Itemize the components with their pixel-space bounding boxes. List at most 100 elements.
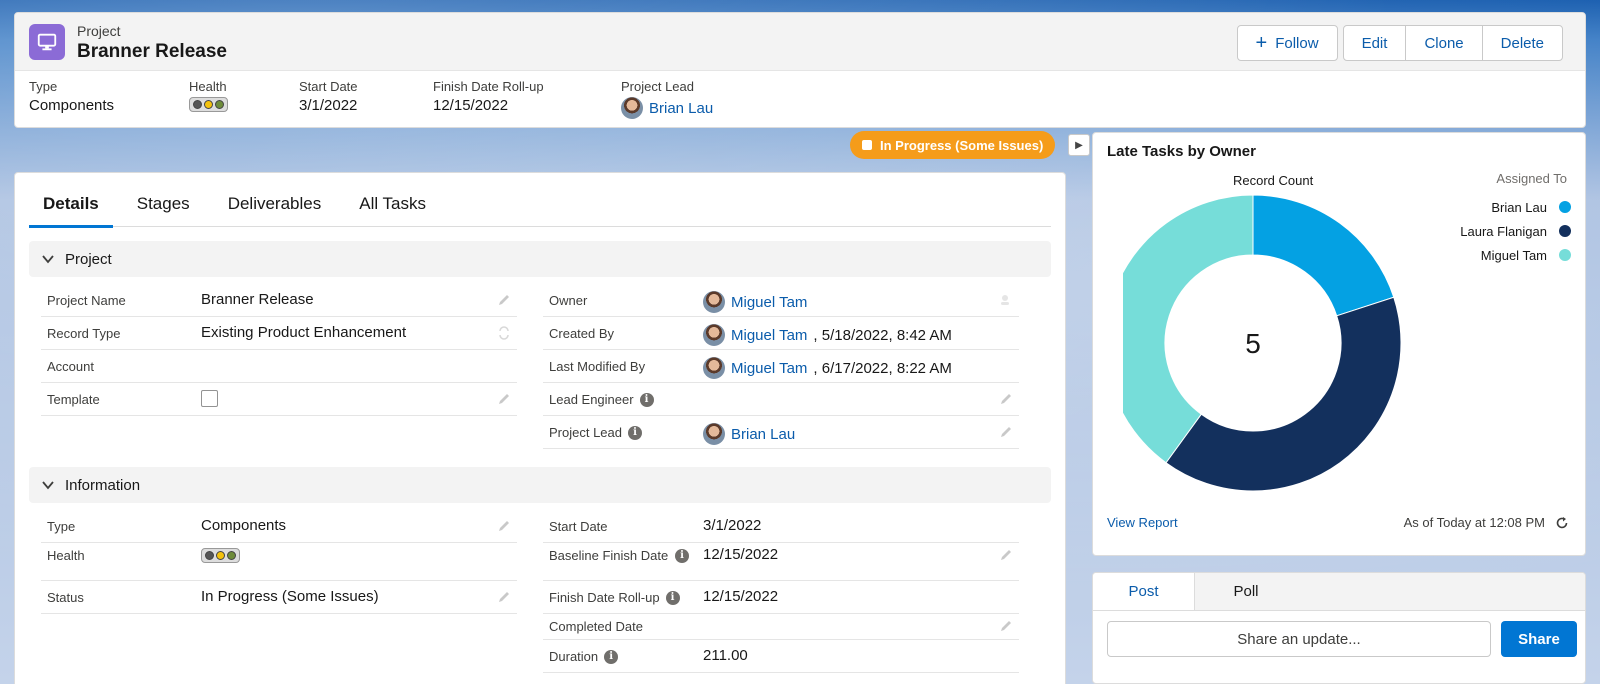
legend-item[interactable]: Brian Lau: [1460, 195, 1571, 219]
field-info-start-date: Start Date 3/1/2022: [543, 510, 1019, 543]
publisher-tab-filler: [1297, 573, 1585, 610]
created-by-link[interactable]: Miguel Tam: [731, 327, 807, 344]
change-owner-icon[interactable]: [999, 293, 1013, 307]
status-square-icon: [862, 140, 872, 150]
legend-dot: [1559, 201, 1571, 213]
avatar: [703, 291, 725, 313]
donut-center-total: 5: [1245, 328, 1261, 359]
view-report-link[interactable]: View Report: [1107, 515, 1178, 530]
field-owner: Owner Miguel Tam: [543, 284, 1019, 317]
project-lead-link[interactable]: Brian Lau: [649, 100, 713, 117]
donut-slice-laura-flanigan[interactable]: [1165, 296, 1402, 492]
object-label: Project: [77, 23, 121, 39]
chevron-down-icon: [42, 255, 54, 264]
project-monitor-icon: [29, 24, 65, 60]
highlights-panel: Type Components Health Start Date 3/1/20…: [15, 79, 1585, 127]
field-created-by: Created By Miguel Tam, 5/18/2022, 8:42 A…: [543, 317, 1019, 350]
clone-button[interactable]: Clone: [1405, 25, 1483, 61]
info-icon[interactable]: i: [675, 548, 689, 563]
pencil-icon[interactable]: [497, 519, 511, 533]
last-modified-by-link[interactable]: Miguel Tam: [731, 360, 807, 377]
collapse-toggle-icon[interactable]: ▶: [1068, 134, 1090, 156]
owner-link[interactable]: Miguel Tam: [731, 294, 807, 311]
field-duration: Duration i 211.00: [543, 640, 1019, 673]
field-info-type: Type Components: [41, 510, 517, 543]
pencil-icon[interactable]: [497, 293, 511, 307]
status-path-badge[interactable]: In Progress (Some Issues): [850, 131, 1056, 159]
field-baseline-finish-date: Baseline Finish Date i 12/15/2022: [543, 543, 1019, 581]
legend-title: Assigned To: [1496, 171, 1567, 186]
header-top: Project Branner Release + Follow Edit Cl…: [15, 13, 1585, 71]
field-record-type: Record Type Existing Product Enhancement: [41, 317, 517, 350]
pencil-icon[interactable]: [999, 392, 1013, 406]
field-project-lead: Project Lead i Brian Lau: [543, 416, 1019, 449]
field-info-health: Health: [41, 543, 517, 581]
chevron-down-icon: [42, 481, 54, 490]
avatar: [621, 97, 643, 119]
highlight-type: Type Components: [29, 79, 115, 114]
details-card: Details Stages Deliverables All Tasks Pr…: [14, 172, 1066, 684]
highlight-project-lead: Project Lead Brian Lau: [621, 79, 713, 119]
share-button[interactable]: Share: [1501, 621, 1577, 657]
field-template: Template: [41, 383, 517, 416]
record-header: Project Branner Release + Follow Edit Cl…: [14, 12, 1586, 128]
chart-legend: Brian Lau Laura Flanigan Miguel Tam: [1460, 195, 1571, 267]
follow-button[interactable]: + Follow: [1236, 25, 1338, 61]
header-actions: + Follow Edit Clone Delete: [1236, 25, 1563, 61]
highlight-finish-date: Finish Date Roll-up 12/15/2022: [433, 79, 544, 114]
avatar: [703, 357, 725, 379]
info-icon[interactable]: i: [604, 649, 619, 664]
action-button-group: Edit Clone Delete: [1342, 25, 1563, 61]
pencil-icon[interactable]: [497, 392, 511, 406]
tab-all-tasks[interactable]: All Tasks: [345, 187, 440, 226]
legend-dot: [1559, 249, 1571, 261]
refresh-icon[interactable]: [1555, 516, 1569, 530]
field-finish-date-rollup: Finish Date Roll-up i 12/15/2022: [543, 581, 1019, 614]
publisher-card: Post Poll Share: [1092, 572, 1586, 684]
field-project-name: Project Name Branner Release: [41, 284, 517, 317]
avatar: [703, 324, 725, 346]
pencil-icon[interactable]: [497, 590, 511, 604]
record-title: Branner Release: [77, 41, 227, 62]
as-of-timestamp: As of Today at 12:08 PM: [1404, 515, 1569, 530]
record-tabs: Details Stages Deliverables All Tasks: [29, 187, 1051, 228]
legend-item[interactable]: Miguel Tam: [1460, 243, 1571, 267]
tab-deliverables[interactable]: Deliverables: [214, 187, 336, 226]
pencil-icon[interactable]: [999, 425, 1013, 439]
pencil-icon[interactable]: [999, 619, 1013, 633]
info-icon[interactable]: i: [628, 425, 642, 440]
field-account: Account: [41, 350, 517, 383]
donut-chart: 5: [1123, 194, 1402, 492]
field-lead-engineer: Lead Engineer i: [543, 383, 1019, 416]
chart-title: Late Tasks by Owner: [1107, 143, 1256, 160]
section-information-header[interactable]: Information: [29, 467, 1051, 503]
tab-poll[interactable]: Poll: [1195, 573, 1297, 610]
template-checkbox[interactable]: [201, 390, 218, 407]
info-icon[interactable]: i: [639, 392, 654, 407]
avatar: [703, 423, 725, 445]
info-icon[interactable]: i: [665, 590, 680, 605]
donut-slice-miguel-tam[interactable]: [1123, 194, 1254, 464]
section-project-header[interactable]: Project: [29, 241, 1051, 277]
chart-subtitle: Record Count: [1233, 173, 1314, 188]
late-tasks-chart-card: Late Tasks by Owner Record Count Assigne…: [1092, 132, 1586, 556]
pencil-icon[interactable]: [999, 548, 1013, 562]
highlight-start-date: Start Date 3/1/2022: [299, 79, 358, 114]
tab-details[interactable]: Details: [29, 187, 113, 228]
field-info-status: Status In Progress (Some Issues): [41, 581, 517, 614]
legend-item[interactable]: Laura Flanigan: [1460, 219, 1571, 243]
field-last-modified-by: Last Modified By Miguel Tam, 6/17/2022, …: [543, 350, 1019, 383]
change-record-type-icon[interactable]: [497, 326, 511, 340]
delete-button[interactable]: Delete: [1481, 25, 1563, 61]
share-update-input[interactable]: [1107, 621, 1491, 657]
field-completed-date: Completed Date: [543, 614, 1019, 640]
highlight-health: Health: [189, 79, 228, 112]
traffic-light-icon: [201, 548, 240, 563]
legend-dot: [1559, 225, 1571, 237]
plus-icon: +: [1255, 32, 1268, 54]
project-lead-field-link[interactable]: Brian Lau: [731, 426, 795, 443]
donut-slice-brian-lau[interactable]: [1252, 194, 1395, 317]
tab-stages[interactable]: Stages: [123, 187, 204, 226]
tab-post[interactable]: Post: [1093, 573, 1195, 610]
edit-button[interactable]: Edit: [1342, 25, 1407, 61]
